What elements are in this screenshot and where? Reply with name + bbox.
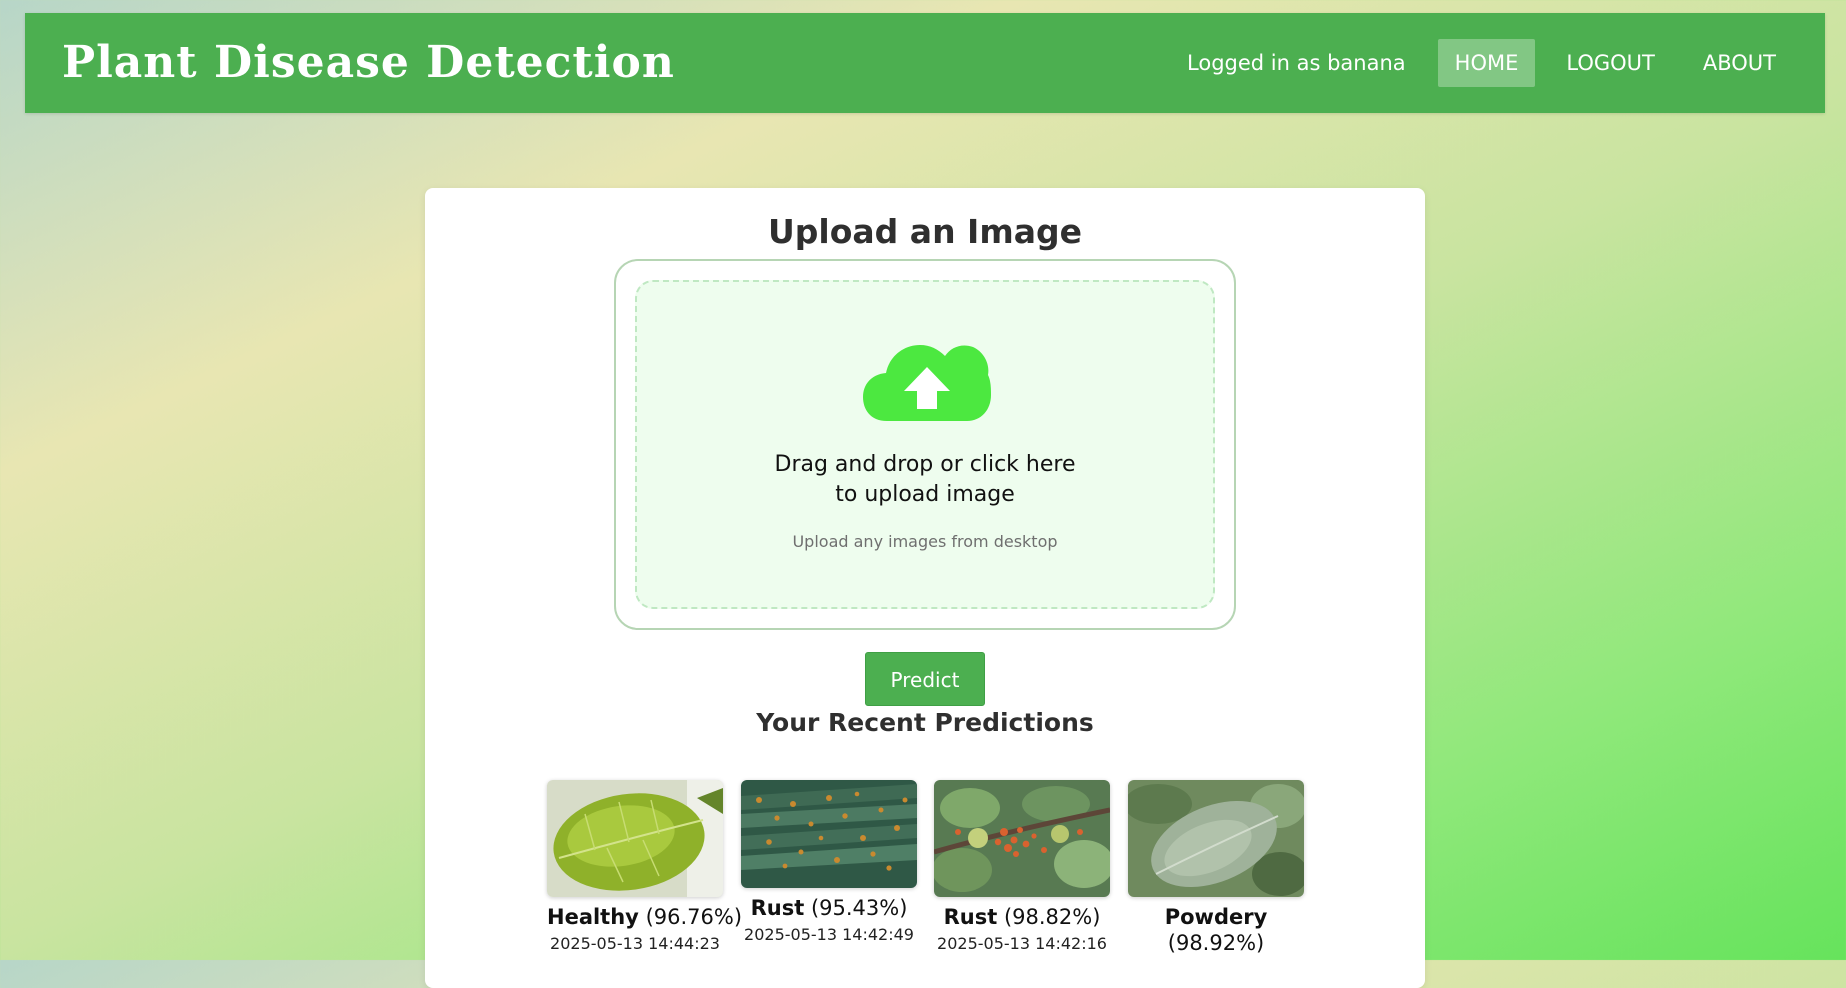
upload-instructions-line-1: Drag and drop or click here (774, 452, 1076, 477)
prediction-image-3 (934, 780, 1110, 897)
prediction-confidence-3: (98.82%) (1003, 905, 1101, 929)
cloud-upload-icon (863, 345, 991, 421)
prediction-image-4 (1128, 780, 1304, 897)
prediction-card-4[interactable]: Powdery (98.92%) (1128, 780, 1304, 956)
nav-logout-link[interactable]: LOGOUT (1549, 39, 1671, 87)
recent-predictions-heading: Your Recent Predictions (756, 708, 1094, 737)
prediction-label-4: Powdery (98.92%) (1128, 904, 1304, 956)
upload-dropzone[interactable]: Drag and drop or click here to upload im… (635, 280, 1215, 609)
prediction-date-3: 2025-05-13 14:42:16 (937, 934, 1107, 953)
top-navbar: Plant Disease Detection Logged in as ban… (25, 13, 1825, 113)
predict-button[interactable]: Predict (865, 652, 985, 706)
prediction-confidence-4: (98.92%) (1167, 931, 1265, 955)
upload-instructions: Drag and drop or click here to upload im… (637, 450, 1213, 510)
prediction-label-3: Rust (98.82%) (934, 904, 1110, 930)
prediction-label-2: Rust (95.43%) (741, 895, 917, 921)
prediction-date-2: 2025-05-13 14:42:49 (744, 925, 914, 944)
upload-frame: Drag and drop or click here to upload im… (614, 259, 1236, 630)
prediction-image-1 (547, 780, 723, 897)
prediction-class-2: Rust (750, 896, 805, 920)
upload-instructions-line-2: to upload image (835, 482, 1015, 507)
nav-home-link[interactable]: HOME (1437, 39, 1536, 87)
prediction-card-2[interactable]: Rust (95.43%) 2025-05-13 14:42:49 (741, 780, 917, 946)
app-title: Plant Disease Detection (62, 37, 675, 88)
prediction-card-1[interactable]: Healthy (96.76%) 2025-05-13 14:44:23 (547, 780, 742, 955)
prediction-label-1: Healthy (96.76%) (547, 904, 742, 930)
prediction-card-3[interactable]: Rust (98.82%) 2025-05-13 14:42:16 (934, 780, 1110, 955)
nav-about-link[interactable]: ABOUT (1686, 39, 1793, 87)
prediction-date-1: 2025-05-13 14:44:23 (550, 934, 720, 953)
prediction-class-4: Powdery (1164, 905, 1268, 929)
logged-in-user-text: Logged in as banana (1187, 51, 1406, 75)
prediction-confidence-1: (96.76%) (645, 905, 743, 929)
prediction-confidence-2: (95.43%) (810, 896, 908, 920)
upload-subtext: Upload any images from desktop (792, 532, 1058, 551)
prediction-class-3: Rust (943, 905, 998, 929)
upload-heading: Upload an Image (768, 212, 1082, 251)
upload-card: Upload an Image Drag and drop or click h… (425, 188, 1425, 988)
prediction-class-1: Healthy (547, 905, 639, 929)
nav-right: Logged in as banana HOME LOGOUT ABOUT (1187, 39, 1793, 87)
prediction-image-2 (741, 780, 917, 888)
